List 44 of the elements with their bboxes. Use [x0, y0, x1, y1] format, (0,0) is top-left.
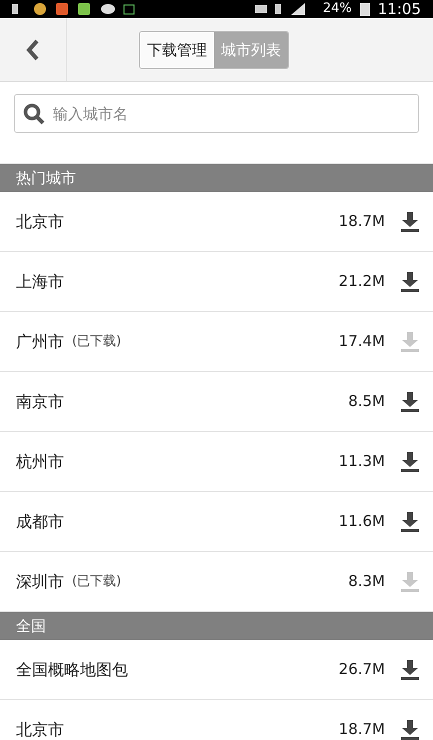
download-icon[interactable] [401, 272, 419, 292]
city-name: 成都市 [16, 510, 64, 532]
city-row[interactable]: 杭州市 11.3M [0, 432, 433, 492]
city-name: 上海市 [16, 270, 64, 292]
map-size: 8.5M [348, 391, 385, 412]
map-size: 8.3M [348, 571, 385, 592]
download-icon[interactable] [401, 660, 419, 680]
downloaded-note: (已下载) [72, 572, 122, 591]
map-size: 11.6M [338, 511, 385, 532]
city-row[interactable]: 成都市 11.6M [0, 492, 433, 552]
search-icon [23, 103, 45, 125]
city-row[interactable]: 广州市 (已下载) 17.4M [0, 312, 433, 372]
battery-percent: 24% [322, 0, 352, 18]
section-header: 全国 [0, 612, 433, 640]
clock: 11:05 [378, 0, 421, 20]
city-name: 深圳市 [16, 570, 64, 592]
city-name: 杭州市 [16, 450, 64, 472]
battery-icon [360, 2, 370, 16]
city-name: 广州市 [16, 330, 64, 352]
download-icon[interactable] [401, 392, 419, 412]
city-name: 北京市 [16, 718, 64, 740]
map-size: 17.4M [338, 331, 385, 352]
city-row[interactable]: 上海市 21.2M [0, 252, 433, 312]
download-icon[interactable] [401, 452, 419, 472]
city-name: 南京市 [16, 390, 64, 412]
downloaded-note: (已下载) [72, 332, 122, 351]
map-size: 21.2M [338, 271, 385, 292]
map-size: 11.3M [338, 451, 385, 472]
section-header: 热门城市 [0, 164, 433, 192]
city-row[interactable]: 南京市 8.5M [0, 372, 433, 432]
map-size: 18.7M [338, 211, 385, 232]
map-size: 26.7M [338, 659, 385, 680]
download-icon[interactable] [401, 512, 419, 532]
city-name: 全国概略地图包 [16, 658, 128, 680]
search-field[interactable]: 输入城市名 [14, 94, 419, 133]
download-icon[interactable] [401, 212, 419, 232]
city-name: 北京市 [16, 210, 64, 232]
download-icon[interactable] [401, 720, 419, 740]
city-row[interactable]: 全国概略地图包 26.7M [0, 640, 433, 700]
city-row[interactable]: 北京市 18.7M [0, 700, 433, 740]
back-icon [26, 38, 40, 60]
city-row[interactable]: 北京市 18.7M [0, 192, 433, 252]
tab[interactable]: 下载管理 [140, 32, 214, 68]
map-size: 18.7M [338, 719, 385, 740]
